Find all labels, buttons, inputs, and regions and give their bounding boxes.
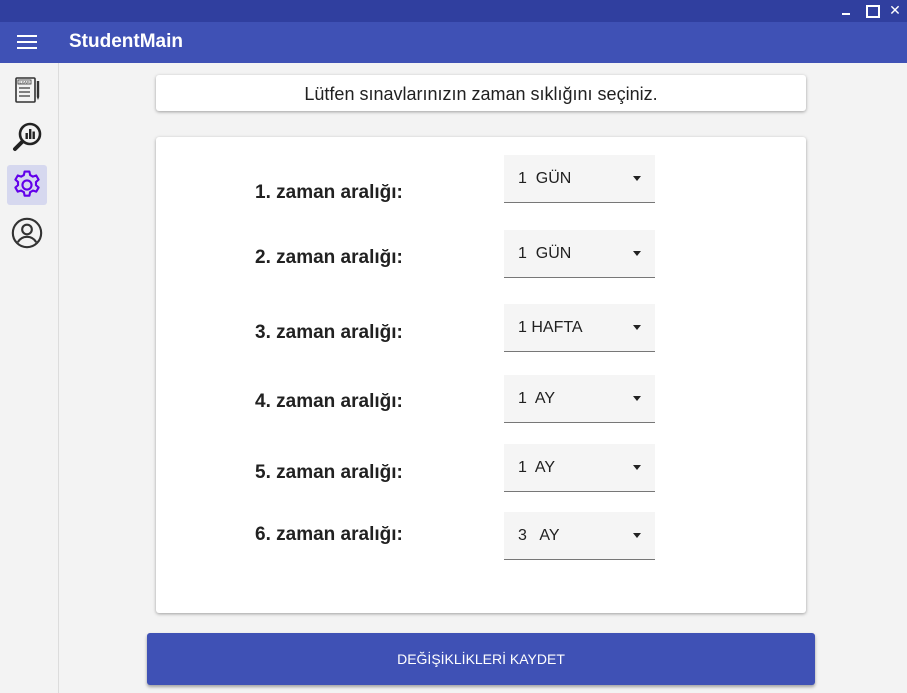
dropdown-arrow-icon <box>633 325 641 330</box>
maximize-button[interactable] <box>862 2 880 18</box>
close-button[interactable]: ✕ <box>886 2 904 18</box>
sidebar-item-statistics[interactable] <box>7 117 47 157</box>
interval-label-5: 5. zaman aralığı: <box>255 462 403 483</box>
svg-text:EXAM: EXAM <box>19 80 29 84</box>
interval-value-5: 1 AY <box>518 459 556 476</box>
interval-value-2: 1 GÜN <box>518 245 572 262</box>
interval-value-4: 1 AY <box>518 390 556 407</box>
page-title: Lütfen sınavlarınızın zaman sıklığını se… <box>304 84 658 104</box>
menu-icon[interactable] <box>17 34 37 50</box>
interval-select-5[interactable]: 1 AY <box>504 444 655 492</box>
user-icon <box>11 217 43 249</box>
sidebar: EXAM <box>0 63 59 693</box>
dropdown-arrow-icon <box>633 396 641 401</box>
app-title: StudentMain <box>69 31 183 52</box>
interval-label-4: 4. zaman aralığı: <box>255 391 403 412</box>
exam-icon: EXAM <box>15 77 40 103</box>
minimize-button[interactable] <box>837 2 855 18</box>
interval-value-6: 3 AY <box>518 527 560 544</box>
interval-label-6: 6. zaman aralığı: <box>255 524 403 545</box>
app-bar: StudentMain <box>0 22 907 63</box>
interval-select-4[interactable]: 1 AY <box>504 375 655 423</box>
chart-search-icon <box>13 122 42 151</box>
interval-select-1[interactable]: 1 GÜN <box>504 155 655 203</box>
interval-label-2: 2. zaman aralığı: <box>255 247 403 268</box>
interval-value-3: 1 HAFTA <box>518 319 583 336</box>
interval-select-3[interactable]: 1 HAFTA <box>504 304 655 352</box>
window-titlebar: ✕ <box>0 0 907 22</box>
header-card: Lütfen sınavlarınızın zaman sıklığını se… <box>156 75 806 111</box>
interval-select-2[interactable]: 1 GÜN <box>504 230 655 278</box>
gear-icon <box>14 170 40 197</box>
interval-form-card <box>156 137 806 613</box>
sidebar-item-profile[interactable] <box>7 213 47 253</box>
interval-select-6[interactable]: 3 AY <box>504 512 655 560</box>
save-changes-button[interactable]: DEĞİŞİKLİKLERİ KAYDET <box>147 633 815 685</box>
interval-label-1: 1. zaman aralığı: <box>255 182 403 203</box>
dropdown-arrow-icon <box>633 533 641 538</box>
interval-value-1: 1 GÜN <box>518 170 572 187</box>
sidebar-item-settings[interactable] <box>7 165 47 205</box>
dropdown-arrow-icon <box>633 465 641 470</box>
sidebar-item-exam[interactable]: EXAM <box>7 70 47 110</box>
interval-label-3: 3. zaman aralığı: <box>255 322 403 343</box>
dropdown-arrow-icon <box>633 251 641 256</box>
dropdown-arrow-icon <box>633 176 641 181</box>
